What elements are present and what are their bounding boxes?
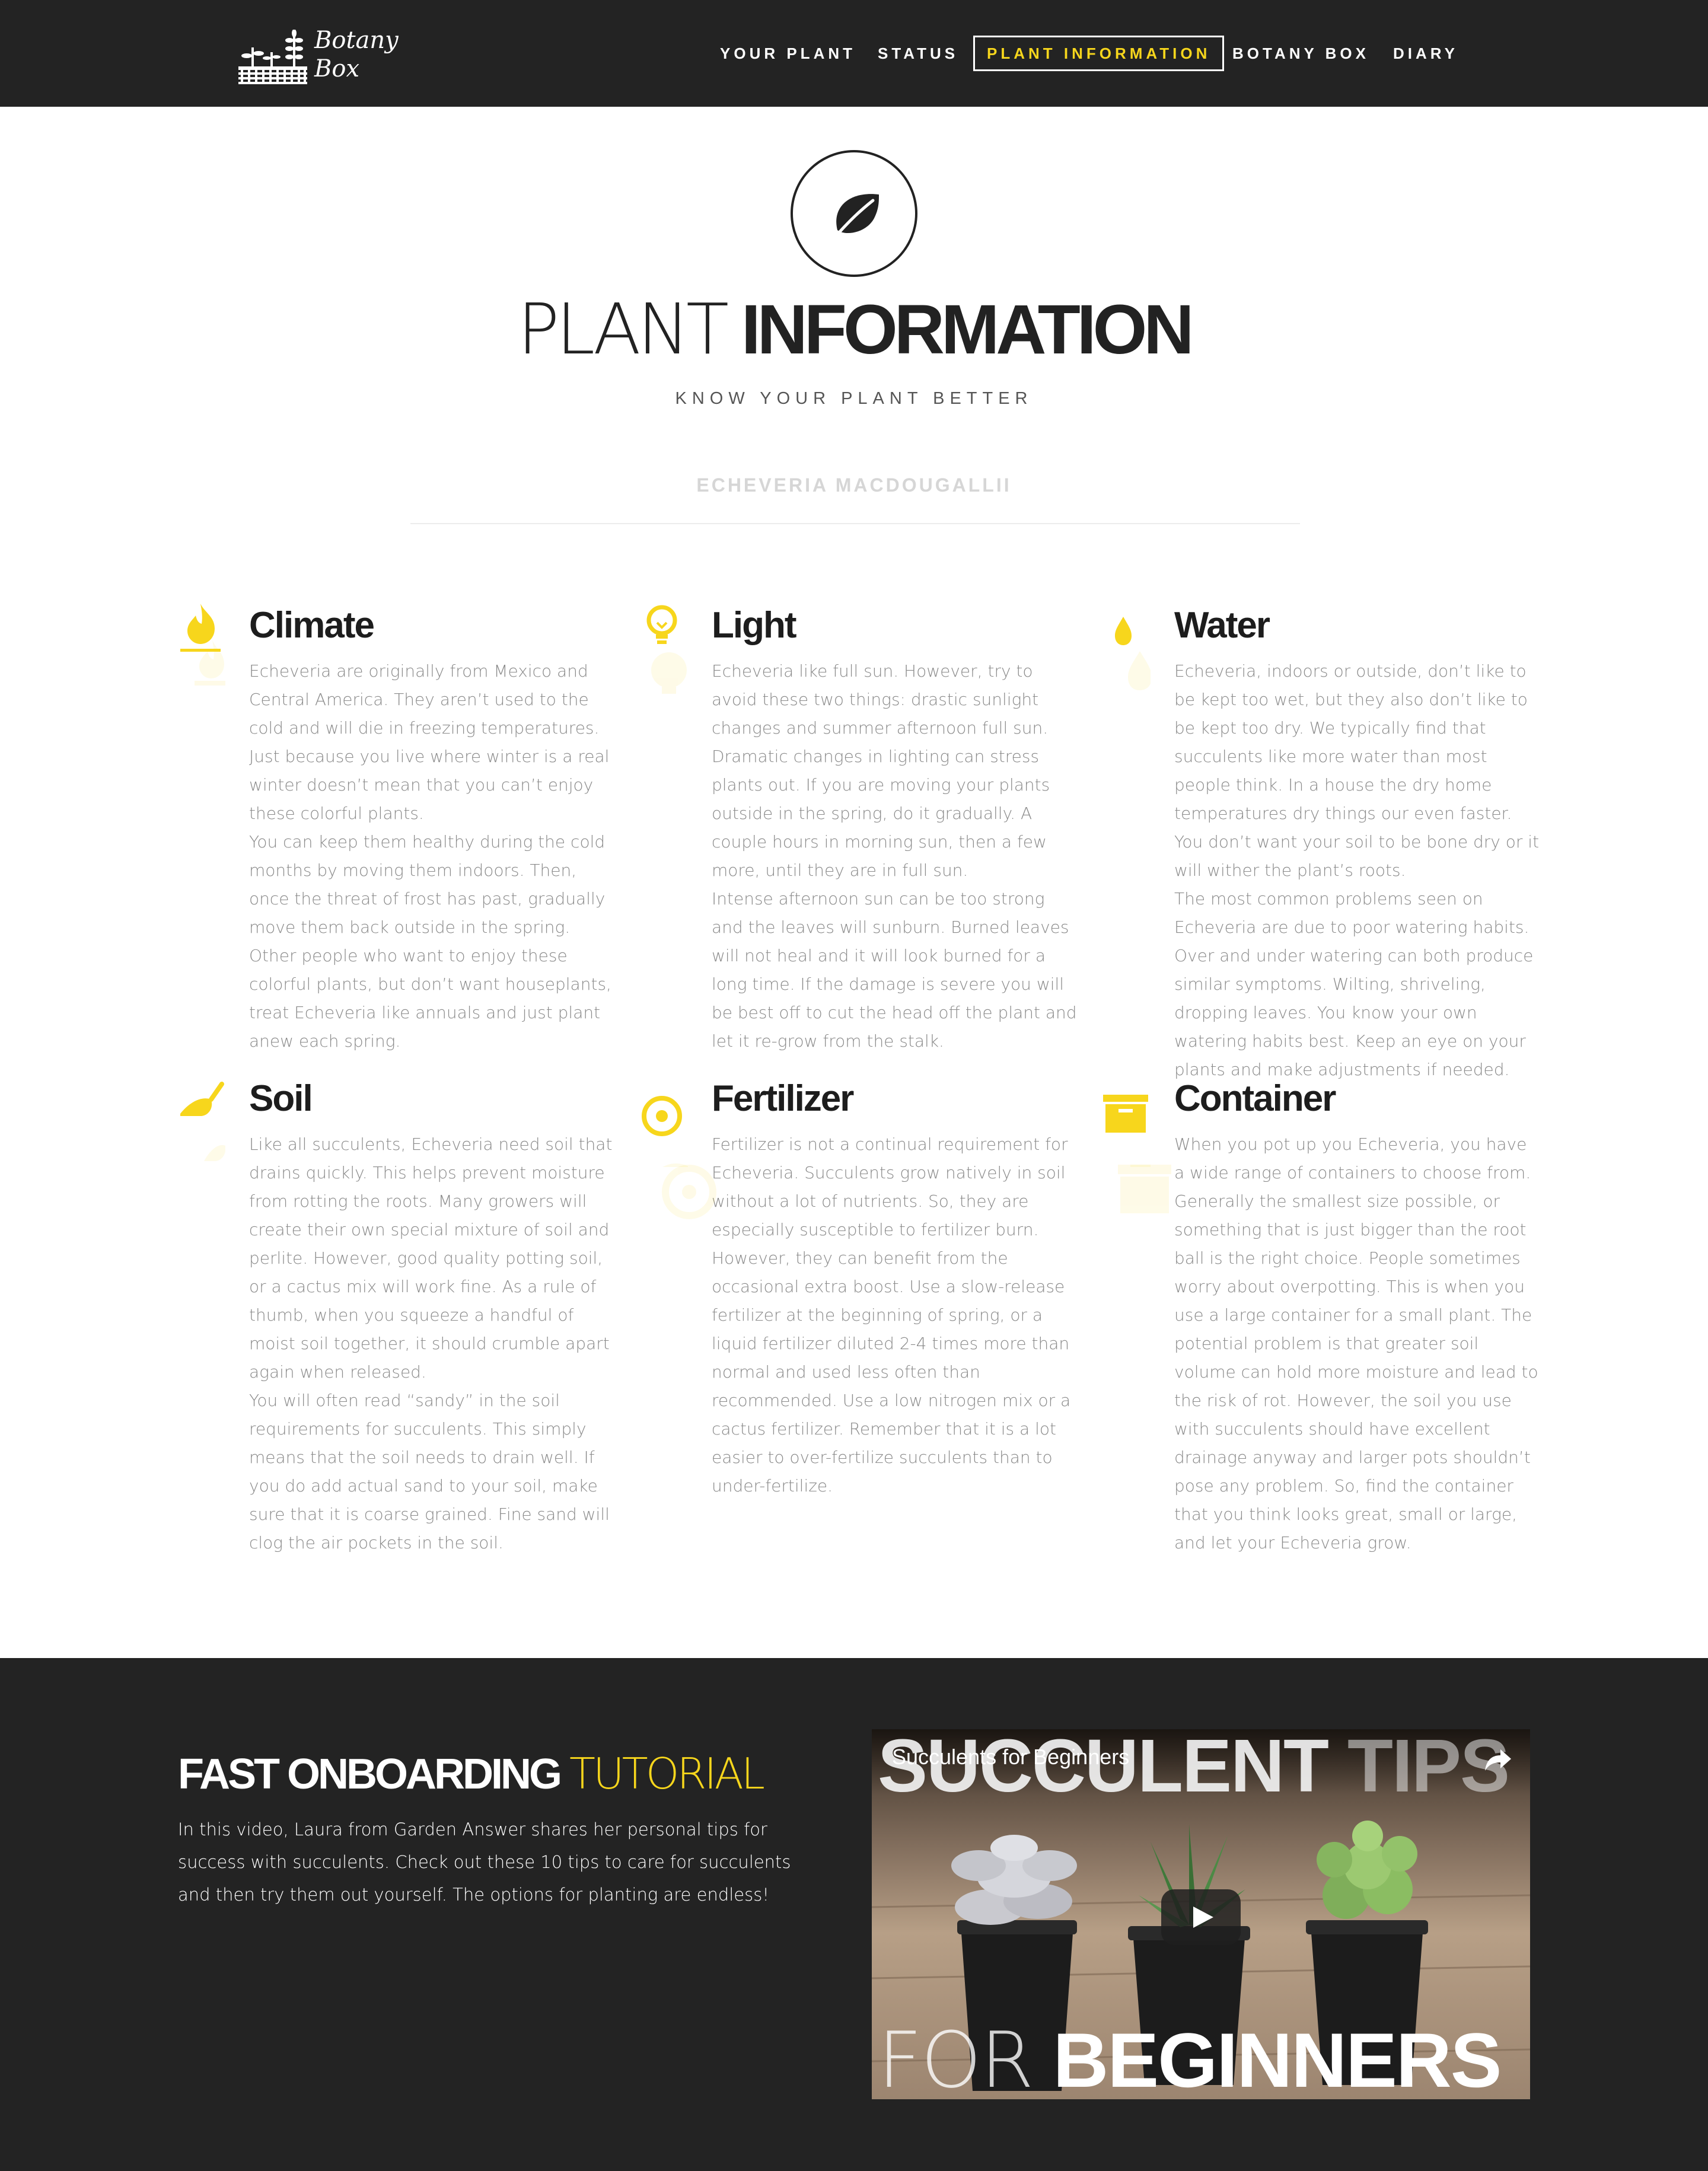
video-title[interactable]: Succulents for Beginners bbox=[892, 1745, 1129, 1770]
section-divider bbox=[410, 523, 1300, 524]
tutorial-description: In this video, Laura from Garden Answer … bbox=[178, 1819, 791, 1905]
top-navigation: Botany Box YOUR PLANT STATUS PLANT INFOR… bbox=[0, 0, 1708, 107]
logo-line-2: Box bbox=[314, 55, 360, 82]
info-fertilizer: Fertilizer Fertilizer is not a continual… bbox=[642, 1072, 1079, 1500]
nav-your-plant[interactable]: YOUR PLANT bbox=[720, 36, 856, 71]
page-title-bold: INFORMATION bbox=[741, 291, 1194, 369]
nav-diary[interactable]: DIARY bbox=[1393, 36, 1458, 71]
leaf-icon bbox=[832, 194, 879, 240]
page-title-light: PLANT bbox=[517, 288, 729, 370]
nav-status[interactable]: STATUS bbox=[878, 36, 958, 71]
info-soil: Soil Like all succulents, Echeveria need… bbox=[180, 1072, 617, 1557]
info-light: Light Echeveria like full sun. However, … bbox=[646, 599, 1079, 1056]
tutorial-section: FAST ONBOARDING TUTORIAL In this video, … bbox=[0, 1658, 1708, 2171]
info-paragraph: Dramatic changes in lighting can stress … bbox=[712, 747, 1050, 880]
plant-species-name: ECHEVERIA MACDOUGALLII bbox=[696, 474, 1012, 496]
box-icon bbox=[1118, 1165, 1171, 1213]
video-player[interactable]: SUCCULENT TIPS Succulents for Beginners … bbox=[872, 1729, 1530, 2099]
leaf-badge bbox=[791, 150, 917, 277]
info-paragraph: Like all succulents, Echeveria need soil… bbox=[249, 1134, 613, 1382]
info-water: Water Echeveria, indoors or outside, don… bbox=[1115, 599, 1542, 1084]
botany-box-logo[interactable]: Botany Box bbox=[237, 26, 399, 85]
tutorial-title: FAST ONBOARDING TUTORIAL bbox=[178, 1747, 765, 1801]
page-subtitle: KNOW YOUR PLANT BETTER bbox=[675, 389, 1033, 408]
video-overlay-bottom: FOR BEGINNERS bbox=[878, 2017, 1502, 2099]
info-paragraph: You can keep them healthy during the col… bbox=[249, 832, 611, 1051]
share-icon[interactable] bbox=[1484, 1745, 1512, 1773]
info-paragraph: Intense afternoon sun can be too strong … bbox=[712, 889, 1077, 1051]
info-title: Water bbox=[1174, 605, 1270, 646]
info-paragraph: Echeveria are originally from Mexico and… bbox=[249, 661, 610, 823]
overlay-bottom-light: FOR bbox=[878, 2015, 1034, 2099]
info-paragraph: Echeveria, indoors or outside, don’t lik… bbox=[1174, 661, 1540, 880]
overlay-bottom-bold: BEGINNERS bbox=[1053, 2017, 1502, 2099]
info-title: Light bbox=[712, 605, 797, 646]
flame-icon bbox=[178, 599, 225, 694]
target-icon bbox=[662, 1165, 716, 1219]
plant-crate-logo-icon bbox=[238, 30, 307, 84]
info-title: Soil bbox=[249, 1078, 313, 1119]
page-title: PLANT INFORMATION bbox=[0, 291, 1708, 368]
tutorial-title-light: TUTORIAL bbox=[569, 1749, 765, 1799]
logo-text: Botany Box bbox=[314, 26, 399, 83]
logo-line-1: Botany bbox=[314, 27, 399, 54]
lightbulb-icon bbox=[640, 599, 688, 694]
info-paragraph: When you pot up you Echeveria, you have … bbox=[1174, 1134, 1538, 1552]
tutorial-title-bold: FAST ONBOARDING bbox=[178, 1751, 562, 1798]
info-container: Container When you pot up you Echeveria,… bbox=[1103, 1072, 1542, 1557]
info-title: Climate bbox=[249, 605, 375, 646]
info-climate: Climate Echeveria are originally from Me… bbox=[180, 599, 617, 1056]
info-title: Container bbox=[1174, 1078, 1336, 1119]
info-title: Fertilizer bbox=[712, 1078, 854, 1119]
info-paragraph: Echeveria like full sun. However, try to… bbox=[712, 661, 1049, 738]
water-drop-icon bbox=[1103, 599, 1152, 694]
trowel-icon bbox=[178, 1072, 226, 1167]
nav-botany-box[interactable]: BOTANY BOX bbox=[1232, 36, 1369, 71]
info-paragraph: You will often read “sandy” in the soil … bbox=[249, 1391, 610, 1552]
play-button[interactable] bbox=[1161, 1889, 1241, 1945]
nav-plant-information[interactable]: PLANT INFORMATION bbox=[973, 36, 1225, 71]
info-paragraph: Fertilizer is not a continual requiremen… bbox=[712, 1134, 1071, 1496]
info-paragraph: The most common problems seen on Echever… bbox=[1174, 889, 1534, 1079]
